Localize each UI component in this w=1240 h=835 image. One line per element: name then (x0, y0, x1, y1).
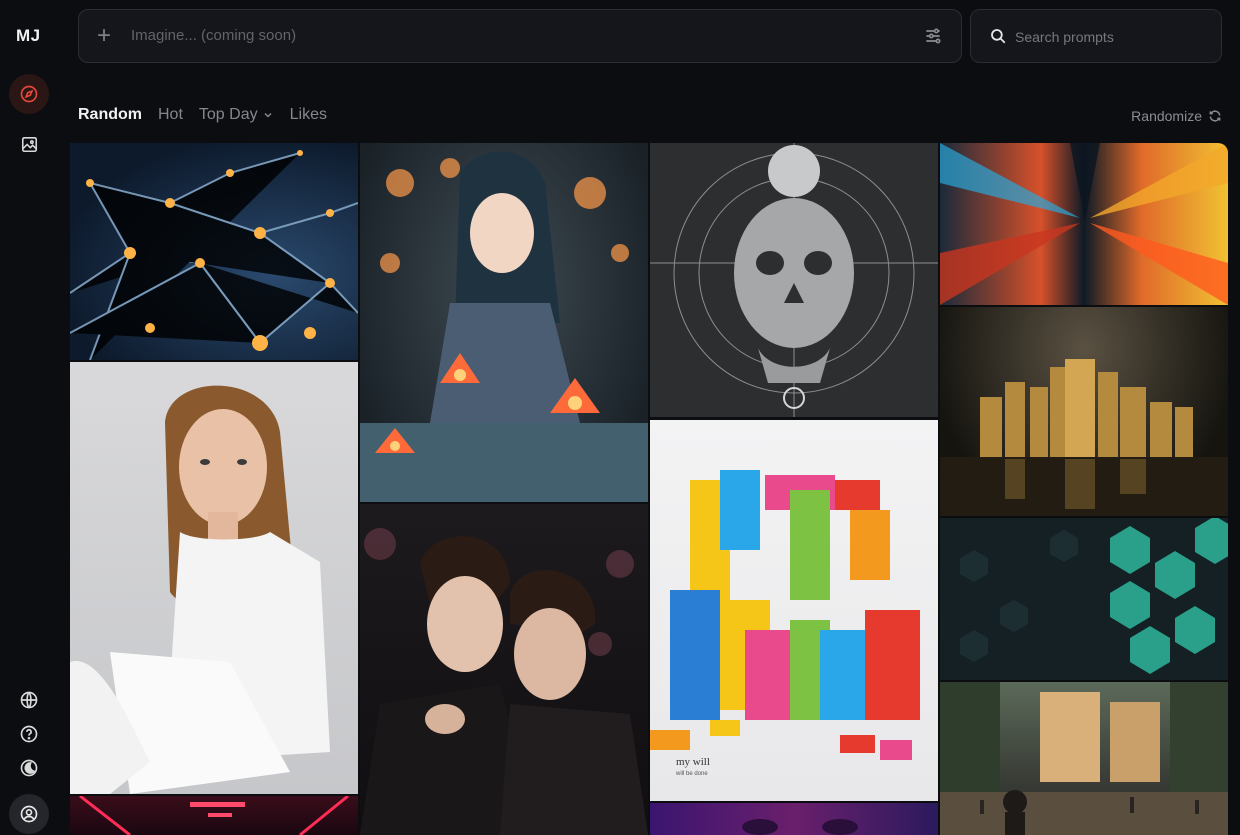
search-box[interactable]: Search prompts (970, 9, 1222, 63)
tab-top-day[interactable]: Top Day (199, 106, 274, 124)
plus-icon[interactable]: + (97, 24, 111, 48)
user-icon (20, 805, 38, 823)
gallery-image-lotus-girl[interactable] (360, 143, 648, 502)
gallery-image-safari-plaza[interactable] (940, 682, 1228, 835)
help-icon (20, 725, 38, 743)
sidebar-item-explore[interactable] (9, 74, 49, 114)
gallery-image-network[interactable] (70, 143, 358, 360)
sidebar-item-theme[interactable] (9, 748, 49, 788)
sidebar-item-create[interactable] (9, 124, 49, 164)
gallery-image-hexagons[interactable] (940, 518, 1228, 680)
gallery-image-gold-skyline[interactable] (940, 307, 1228, 516)
tab-random[interactable]: Random (78, 106, 142, 124)
sliders-icon[interactable] (923, 26, 943, 46)
gallery-image-two-men[interactable] (360, 504, 648, 835)
svg-text:will be done: will be done (675, 771, 708, 777)
feed-tabs: Random Hot Top Day Likes (78, 106, 327, 124)
gallery-image-skull-astrology[interactable] (650, 143, 938, 417)
gallery-image-speed-tunnel[interactable] (940, 143, 1228, 305)
tab-top-day-label: Top Day (198, 106, 258, 123)
gallery-image-portrait-woman[interactable] (70, 362, 358, 794)
svg-text:my will: my will (676, 756, 710, 768)
sidebar-item-account[interactable] (9, 794, 49, 834)
refresh-icon (1209, 110, 1221, 122)
moon-icon (20, 759, 38, 777)
randomize-label: Randomize (1131, 108, 1202, 124)
tab-likes[interactable]: Likes (290, 106, 327, 124)
prompt-bar[interactable]: + Imagine... (coming soon) (78, 9, 962, 63)
chevron-down-icon (264, 112, 272, 118)
image-icon (21, 136, 37, 152)
compass-icon (20, 85, 38, 103)
search-icon (991, 29, 1006, 44)
sidebar: MJ (0, 0, 58, 835)
randomize-button[interactable]: Randomize (1131, 108, 1222, 124)
logo[interactable]: MJ (16, 26, 41, 46)
gallery-image-neon-corridor[interactable] (70, 796, 358, 835)
gallery-image-painted-faces[interactable] (650, 803, 938, 835)
globe-icon (20, 691, 38, 709)
search-input[interactable]: Search prompts (1015, 29, 1114, 45)
tab-hot[interactable]: Hot (158, 106, 183, 124)
prompt-input[interactable]: Imagine... (coming soon) (131, 27, 296, 44)
gallery-image-lego-letters[interactable]: my will will be done (650, 420, 938, 801)
